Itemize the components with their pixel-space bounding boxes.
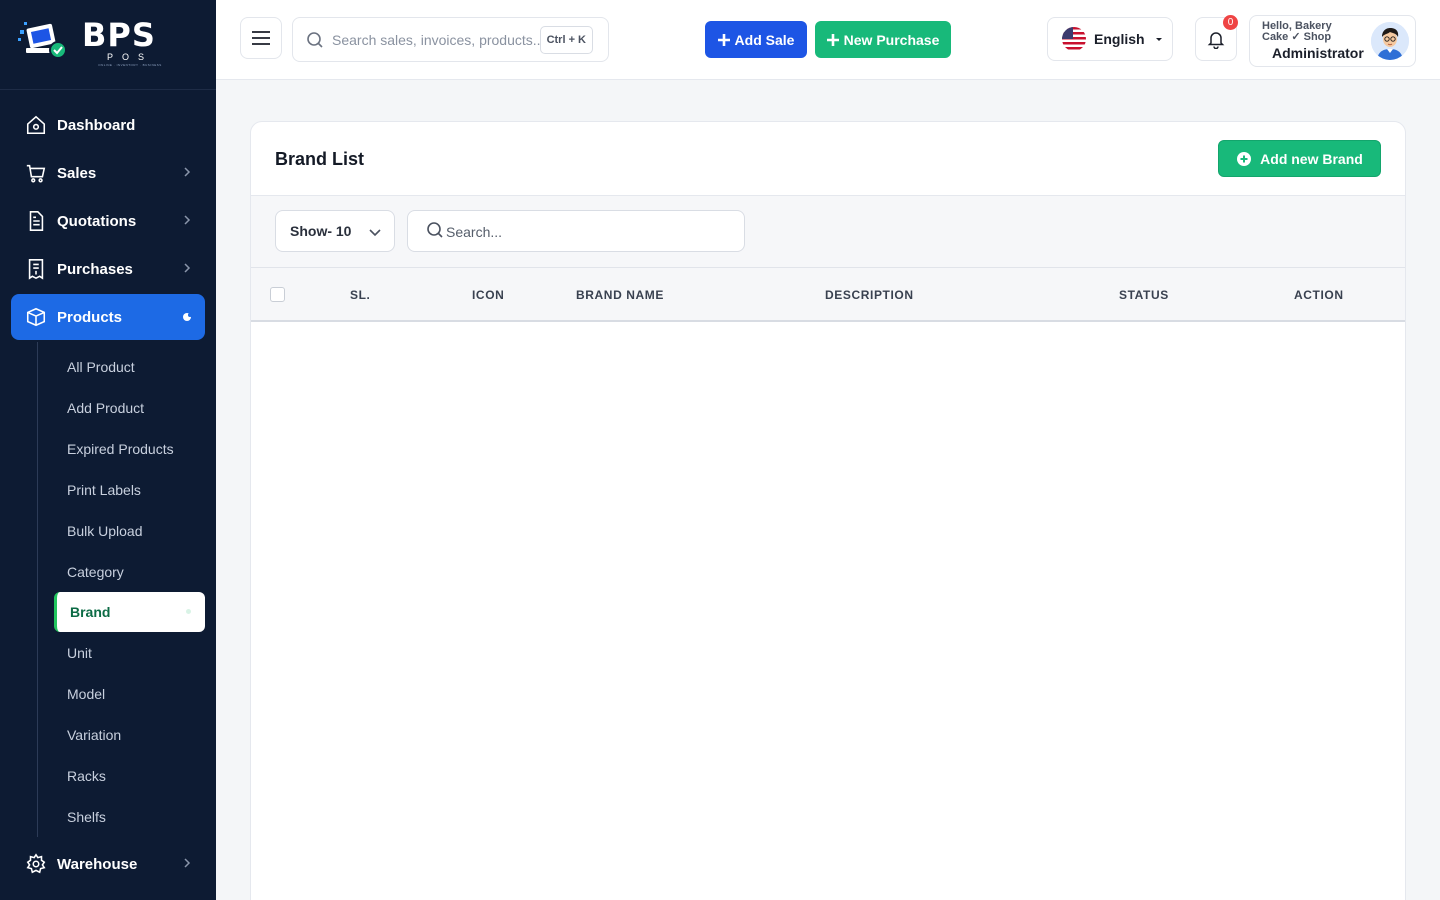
sidebar-item-label: Sales [57,164,97,182]
sidebar-item-label: Warehouse [57,855,138,873]
submenu-item-expired-products[interactable]: Expired Products [38,428,216,469]
sidebar-item-purchases[interactable]: Purchases [11,246,205,292]
submenu-item-print-labels[interactable]: Print Labels [38,469,216,510]
us-flag-icon [1062,27,1086,51]
logo-icon [18,22,67,59]
select-all-checkbox[interactable] [270,287,285,302]
table-search-placeholder: Search... [446,224,503,240]
home-icon [25,114,47,136]
table-search-input[interactable]: Search... [407,210,745,252]
submenu-item-unit[interactable]: Unit [38,632,216,673]
sidebar-item-label: Products [57,308,123,326]
chevron-right-icon [184,215,191,225]
expand-indicator-icon [183,313,192,321]
language-label: English [1094,31,1145,47]
chevron-right-icon [184,858,191,868]
sidebar-item-label: Dashboard [57,116,136,134]
keyboard-shortcut-hint: Ctrl + K [539,26,593,54]
brand-logo[interactable]: BPS POS ONLINE · INVENTORY · BUSINESS [0,0,216,90]
user-greeting: Hello, Bakery Cake ✓ Shop [1262,20,1332,43]
page-title: Brand List [275,149,365,169]
notification-count-badge: 0 [1223,15,1238,30]
sidebar-item-label: Purchases [57,260,133,278]
global-search[interactable]: Search sales, invoices, products... Ctrl… [292,17,609,62]
receipt-icon [25,258,47,280]
column-header-description[interactable]: DESCRIPTION [825,288,914,302]
plus-icon [717,33,730,46]
sidebar-item-dashboard[interactable]: Dashboard [11,102,205,148]
column-header-sl[interactable]: SL. [350,288,370,302]
column-header-action[interactable]: ACTION [1294,288,1344,302]
chevron-down-icon [369,229,381,237]
plus-circle-icon [1237,151,1252,166]
new-purchase-label: New Purchase [843,31,940,48]
cart-icon [25,162,47,184]
submenu-item-model[interactable]: Model [38,673,216,714]
page-size-value: Show- 10 [290,223,352,239]
sidebar: BPS POS ONLINE · INVENTORY · BUSINESS Da… [0,0,216,900]
avatar [1371,22,1409,60]
submenu-item-add-product[interactable]: Add Product [38,387,216,428]
add-sale-label: Add Sale [734,31,795,48]
active-dot-icon [186,609,191,614]
bell-icon [1207,32,1225,49]
card-header: Brand List Add new Brand [251,122,1405,196]
sidebar-item-products[interactable]: Products [11,294,205,340]
table-header: SL. ICON BRAND NAME DESCRIPTION STATUS A… [251,268,1405,322]
hamburger-icon [252,31,270,45]
page-size-select[interactable]: Show- 10 [275,210,395,252]
brand-list-card: Brand List Add new Brand Show- 10 Search… [250,121,1406,900]
submenu-item-label: Brand [70,604,111,620]
caret-down-icon [1155,38,1162,41]
column-header-icon[interactable]: ICON [472,288,504,302]
column-header-brand-name[interactable]: BRAND NAME [576,288,664,302]
chevron-right-icon [184,167,191,177]
user-role: Administrator [1272,45,1364,61]
submenu-item-category[interactable]: Category [38,551,216,592]
products-submenu: All Product Add Product Expired Products… [37,342,216,837]
logo-text: BPS [82,16,156,54]
add-sale-button[interactable]: Add Sale [705,21,807,58]
document-icon [25,210,47,232]
search-placeholder: Search sales, invoices, products... [332,32,545,48]
gear-icon [25,853,47,875]
logo-subtitle: POS [106,52,153,62]
logo-tagline: ONLINE · INVENTORY · BUSINESS [98,63,162,67]
sidebar-item-quotations[interactable]: Quotations [11,198,205,244]
add-new-brand-label: Add new Brand [1260,150,1363,167]
submenu-item-variation[interactable]: Variation [38,714,216,755]
menu-toggle-button[interactable] [240,17,282,59]
search-icon [307,32,323,48]
topbar: Search sales, invoices, products... Ctrl… [216,0,1440,80]
submenu-item-shelfs[interactable]: Shelfs [38,796,216,837]
sidebar-item-label: Quotations [57,212,137,230]
plus-icon [826,33,839,46]
submenu-item-brand[interactable]: Brand [54,592,205,632]
submenu-item-bulk-upload[interactable]: Bulk Upload [38,510,216,551]
user-profile-menu[interactable]: Hello, Bakery Cake ✓ Shop Administrator [1249,15,1416,67]
new-purchase-button[interactable]: New Purchase [815,21,951,58]
submenu-item-racks[interactable]: Racks [38,755,216,796]
sidebar-item-sales[interactable]: Sales [11,150,205,196]
column-header-status[interactable]: STATUS [1119,288,1169,302]
language-selector[interactable]: English [1047,17,1173,61]
chevron-right-icon [184,263,191,273]
add-new-brand-button[interactable]: Add new Brand [1218,140,1381,177]
sidebar-nav: Dashboard Sales Quotations Purchases Pro… [0,102,216,889]
submenu-item-all-product[interactable]: All Product [38,346,216,387]
box-icon [25,306,47,328]
search-icon [427,222,443,238]
sidebar-item-warehouse[interactable]: Warehouse [11,841,205,887]
table-controls: Show- 10 Search... [251,196,1405,268]
